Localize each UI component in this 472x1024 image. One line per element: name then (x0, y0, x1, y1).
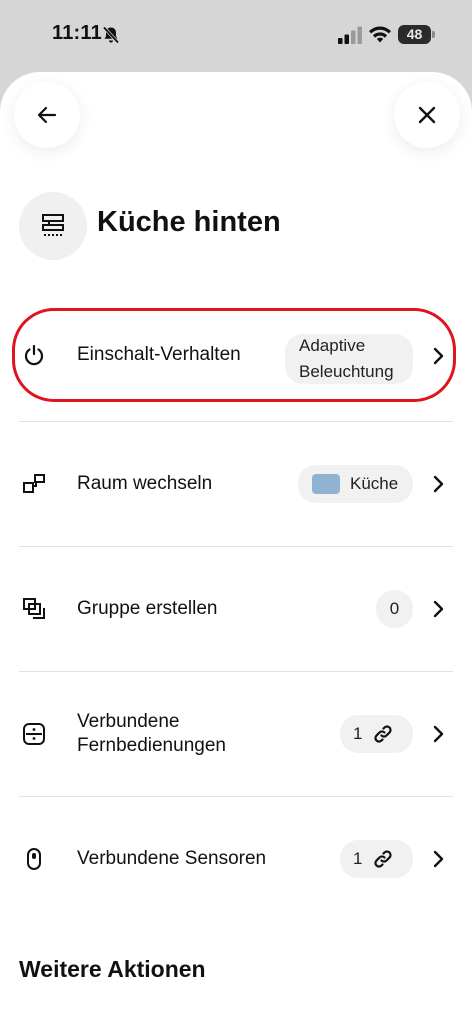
group-count: 0 (389, 599, 400, 618)
page-title: Küche hinten (97, 206, 281, 238)
row-label: Raum wechseln (77, 473, 213, 494)
link-icon (374, 850, 393, 868)
room-color-swatch (312, 474, 340, 494)
value-pill: 1 (340, 840, 413, 878)
battery-icon: 48 (398, 25, 436, 44)
row-label-line-1: Verbundene (77, 711, 180, 732)
link-icon (374, 725, 393, 743)
room-switch-icon (18, 468, 50, 500)
close-icon (418, 106, 436, 124)
remote-count: 1 (353, 724, 363, 743)
device-icon-container (19, 192, 87, 260)
status-time: 11:11 (52, 22, 102, 44)
back-button[interactable] (14, 82, 80, 148)
room-name: Küche (350, 474, 399, 493)
chevron-right-icon (433, 600, 444, 618)
sensor-count: 1 (353, 849, 363, 868)
row-label: Verbundene Sensoren (77, 848, 267, 869)
settings-sheet: Küche hinten Einschalt-Verhalten Adaptiv… (0, 72, 472, 1024)
bell-slash-icon (102, 26, 120, 44)
status-bar: 11:11 48 (0, 0, 472, 70)
row-connected-remotes[interactable]: Verbundene Fernbedienungen 1 (0, 672, 472, 796)
value-pill: Küche (298, 465, 413, 503)
battery-level: 48 (406, 26, 423, 42)
value-pill: 1 (340, 715, 413, 753)
chevron-right-icon (433, 725, 444, 743)
signal-icon (338, 26, 362, 44)
highlight-annotation (12, 308, 456, 402)
row-create-group[interactable]: Gruppe erstellen 0 (0, 547, 472, 671)
row-label: Verbundene Fernbedienungen (77, 710, 226, 758)
row-label: Gruppe erstellen (77, 598, 218, 619)
sensor-icon (18, 843, 50, 875)
value-pill: 0 (376, 590, 413, 628)
close-button[interactable] (394, 82, 460, 148)
remote-icon (18, 718, 50, 750)
row-label-line-2: Fernbedienungen (77, 735, 226, 756)
row-change-room[interactable]: Raum wechseln Küche (0, 422, 472, 546)
row-connected-sensors[interactable]: Verbundene Sensoren 1 (0, 797, 472, 921)
arrow-left-icon (37, 106, 57, 124)
section-title: Weitere Aktionen (19, 956, 206, 982)
chevron-right-icon (433, 850, 444, 868)
group-icon (18, 593, 50, 625)
wifi-icon (369, 26, 391, 43)
light-fixture-icon (42, 214, 64, 236)
chevron-right-icon (433, 475, 444, 493)
